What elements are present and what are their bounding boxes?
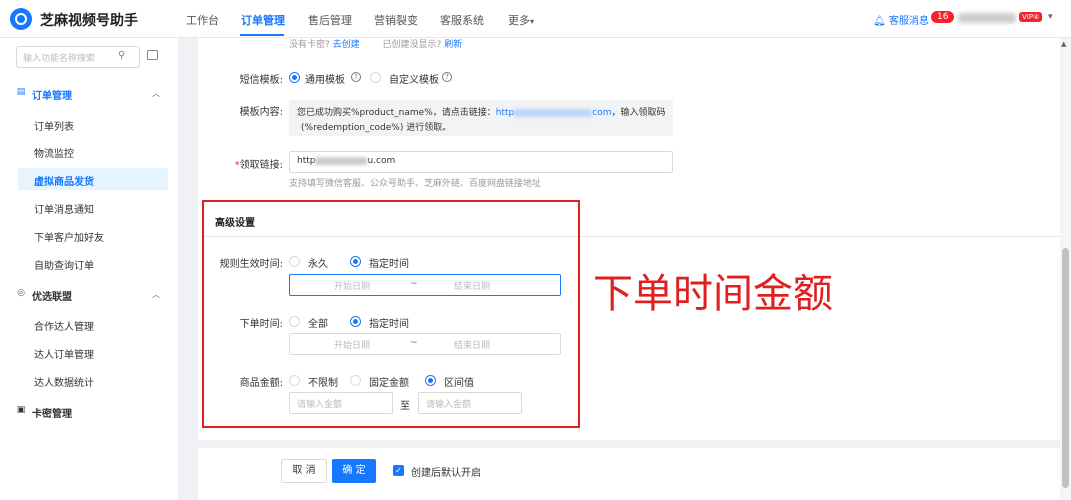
sidebar-item-self-query[interactable]: 自助查询订单 <box>34 257 94 272</box>
nav-more[interactable]: 更多▾ <box>508 12 534 28</box>
sidebar-section-alliance[interactable]: 优选联盟 <box>32 288 72 303</box>
scroll-up-icon[interactable]: ▲ <box>1061 40 1066 48</box>
search-icon[interactable]: ⚲ <box>118 50 125 61</box>
search-placeholder: 输入功能名称搜索 <box>23 54 96 64</box>
general-template-label: 通用模板 <box>305 75 345 86</box>
nav-order-management[interactable]: 订单管理 <box>241 12 285 28</box>
claim-link-value: http u.com <box>297 156 396 166</box>
claim-link-label: *领取链接: <box>234 160 283 171</box>
sidebar-item-add-friend[interactable]: 下单客户加好友 <box>34 229 104 244</box>
chevron-up-icon[interactable]: ︿ <box>152 289 160 300</box>
app-logo-icon <box>10 8 32 30</box>
radio-custom-template[interactable] <box>370 72 381 83</box>
card-key-icon: ▣ <box>16 405 26 415</box>
default-on-label: 创建后默认开启 <box>411 468 481 479</box>
chevron-down-icon: ▾ <box>530 17 535 26</box>
service-messages-link[interactable]: 🔔︎ 客服消息 <box>873 12 929 27</box>
alliance-icon: ◎ <box>17 288 25 298</box>
sidebar-item-virtual-delivery[interactable]: 虚拟商品发货 <box>34 173 94 188</box>
highlight-box <box>202 200 580 428</box>
sidebar-section-orders[interactable]: 订单管理 <box>32 87 72 102</box>
bell-icon: 🔔︎ <box>873 16 886 27</box>
confirm-button[interactable]: 确 定 <box>332 459 376 483</box>
section-gap <box>198 440 1060 448</box>
vip-badge: VIP④ <box>1019 12 1043 22</box>
sidebar-item-logistics[interactable]: 物流监控 <box>34 145 74 160</box>
sidebar-item-order-list[interactable]: 订单列表 <box>34 118 74 133</box>
message-count-badge: 16 <box>931 11 955 23</box>
chevron-up-icon[interactable]: ︿ <box>152 88 160 99</box>
sidebar-item-partner-orders[interactable]: 达人订单管理 <box>34 346 94 361</box>
custom-template-label: 自定义模板 <box>389 75 439 86</box>
sidebar-item-order-notify[interactable]: 订单消息通知 <box>34 201 94 216</box>
top-hint: 没有卡密? 去创建 已创建没显示? 刷新 <box>289 40 463 50</box>
claim-link-help: 支持填写微信客服、公众号助手、芝麻外链、百度网盘链接地址 <box>289 179 542 189</box>
default-on-checkbox[interactable]: ✓ <box>393 465 404 476</box>
radio-general-template[interactable] <box>289 72 300 83</box>
nav-customer-service[interactable]: 客服系统 <box>440 12 484 28</box>
user-account-blurred[interactable] <box>958 13 1016 23</box>
app-title: 芝麻视频号助手 <box>40 13 138 29</box>
sms-template-label: 短信模板: <box>239 75 283 86</box>
sidebar-item-partner-stats[interactable]: 达人数据统计 <box>34 374 94 389</box>
template-line-2: (%redemption_code%) 进行领取。 <box>301 123 452 133</box>
nav-active-underline <box>240 34 284 36</box>
help-icon[interactable]: ? <box>351 72 361 82</box>
template-content-label: 模板内容: <box>239 107 283 118</box>
footer-bar <box>198 448 1060 500</box>
nav-after-sales[interactable]: 售后管理 <box>308 12 352 28</box>
cancel-button[interactable]: 取 消 <box>281 459 327 483</box>
account-caret-icon[interactable]: ▾ <box>1048 12 1053 22</box>
create-link[interactable]: 去创建 <box>333 40 360 50</box>
template-line-1: 您已成功购买%product_name%，请点击链接：http com，输入领取码 <box>297 108 666 118</box>
annotation-text: 下单时间金额 <box>593 271 833 317</box>
help-icon[interactable]: ? <box>442 72 452 82</box>
sidebar-section-card-keys[interactable]: 卡密管理 <box>32 405 72 420</box>
nav-workbench[interactable]: 工作台 <box>186 12 219 28</box>
panel-toggle-icon[interactable] <box>147 50 158 60</box>
nav-marketing[interactable]: 营销裂变 <box>374 12 418 28</box>
sidebar-item-partner[interactable]: 合作达人管理 <box>34 318 94 333</box>
order-doc-icon: ▤ <box>16 87 26 97</box>
scrollbar-thumb[interactable] <box>1062 248 1069 488</box>
refresh-link[interactable]: 刷新 <box>444 40 462 50</box>
